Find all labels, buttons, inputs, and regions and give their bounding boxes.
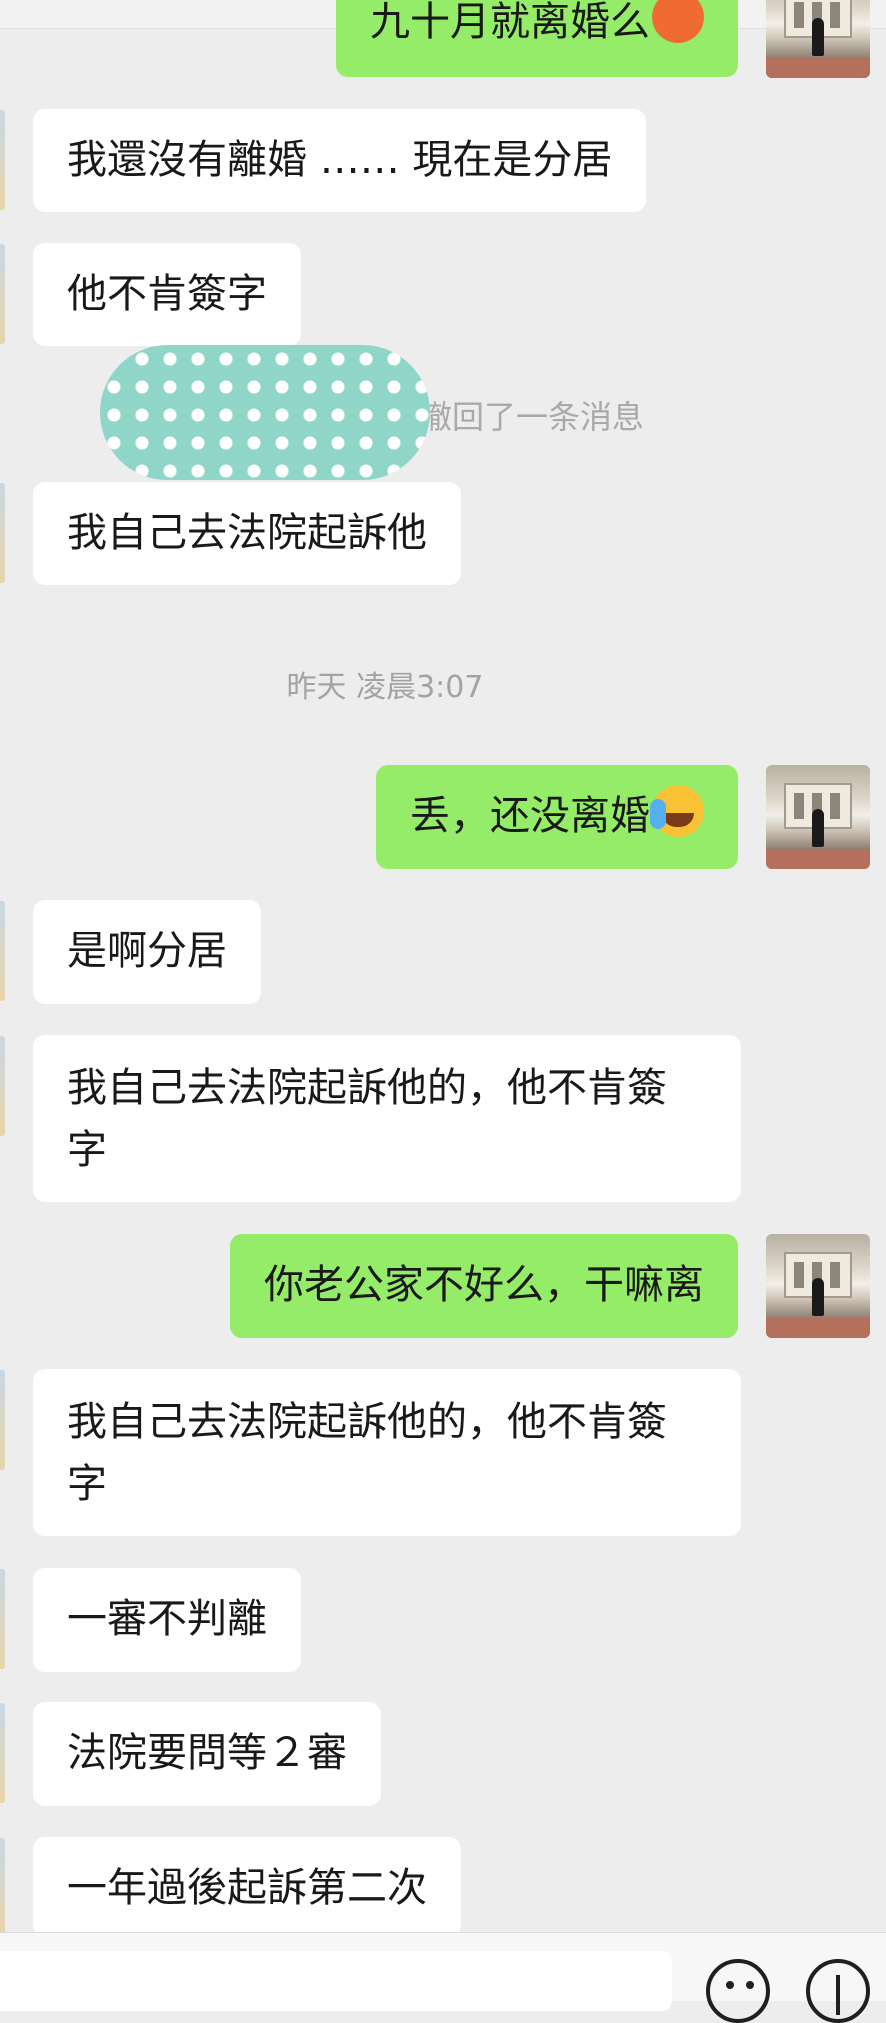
contact-avatar[interactable] [0,244,5,344]
contact-avatar[interactable] [0,901,5,1001]
my-avatar[interactable] [766,1234,870,1338]
message-text: 丢，还没离婚 [410,793,650,839]
message-text-line-1: 我自己去法院起訴他的，他不肯簽 [67,1399,667,1445]
message-incoming[interactable]: 法院要問等２審 [33,1702,381,1806]
message-incoming[interactable]: 一審不判離 [33,1568,301,1672]
contact-avatar[interactable] [0,1838,5,1938]
contact-avatar[interactable] [0,1036,5,1136]
contact-avatar[interactable] [0,110,5,210]
message-incoming[interactable]: 我自己去法院起訴他的，他不肯簽 字 [33,1369,741,1536]
my-avatar[interactable] [766,765,870,869]
recall-notice-text: 撤回了一条消息 [420,398,645,436]
plus-icon[interactable] [806,1959,870,2023]
message-incoming[interactable]: 是啊分居 [33,900,261,1004]
message-incoming[interactable]: 一年過後起訴第二次 [33,1837,461,1937]
message-text: 他不肯簽字 [67,271,267,317]
contact-avatar[interactable] [0,483,5,583]
message-incoming[interactable]: 我還沒有離婚 …… 現在是分居 [33,109,647,212]
message-outgoing[interactable]: 你老公家不好么，干嘛离 [230,1234,738,1338]
message-input[interactable] [0,1951,672,2011]
privacy-redaction-sticker [100,345,430,480]
timestamp: 昨天 凌晨3:07 [286,670,484,705]
crying-laughing-emoji-icon [650,785,704,837]
message-outgoing[interactable]: 丢，还没离婚 [376,765,738,869]
message-text: 你老公家不好么，干嘛离 [264,1262,704,1308]
message-text: 一審不判離 [67,1596,267,1642]
contact-avatar[interactable] [0,1370,5,1470]
message-outgoing-partial[interactable]: 九十月就离婚么 [336,0,738,77]
message-text-line-1: 我自己去法院起訴他的，他不肯簽 [67,1065,667,1111]
message-incoming[interactable]: 他不肯簽字 [33,243,301,346]
input-bar [0,1932,886,2023]
message-text: 是啊分居 [67,928,227,974]
message-text-line-2: 字 [67,1461,107,1507]
message-text: 我還沒有離婚 …… 現在是分居 [67,137,613,183]
message-text: 法院要問等２審 [67,1730,347,1776]
contact-avatar[interactable] [0,1703,5,1803]
message-incoming[interactable]: 我自己去法院起訴他 [33,482,461,585]
contact-avatar[interactable] [0,1569,5,1669]
message-text: 我自己去法院起訴他 [67,510,427,556]
message-text: 一年過後起訴第二次 [67,1865,427,1911]
emoji-icon[interactable] [706,1959,770,2023]
my-avatar[interactable] [766,0,870,78]
message-text: 九十月就离婚么 [370,0,650,45]
recall-notice: 撤回了一条消息 [420,392,644,438]
message-incoming[interactable]: 我自己去法院起訴他的，他不肯簽 字 [33,1035,741,1202]
angry-face-emoji-icon [652,0,704,43]
message-text-line-2: 字 [67,1127,107,1173]
